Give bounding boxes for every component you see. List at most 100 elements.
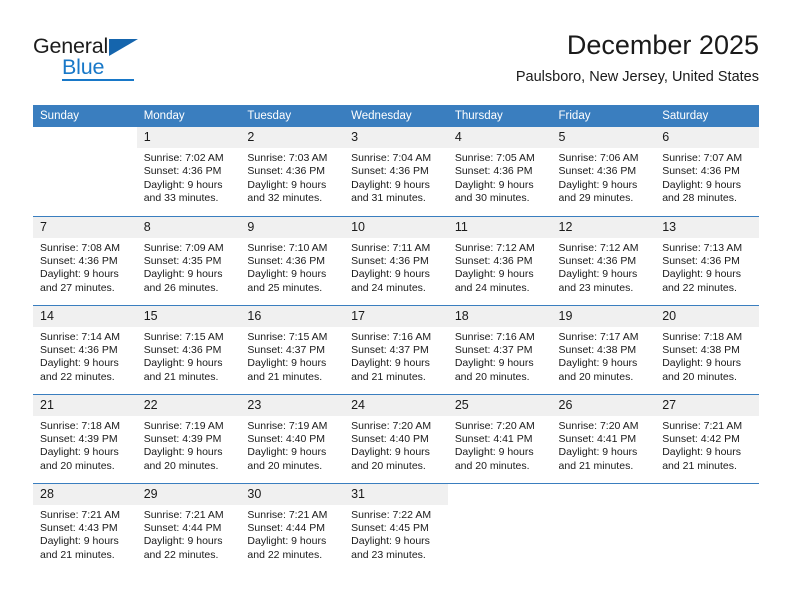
- day-cell[interactable]: 4 Sunrise: 7:05 AM Sunset: 4:36 PM Dayli…: [447, 127, 552, 216]
- day-number: 22: [136, 394, 241, 416]
- day-info: Sunrise: 7:16 AM Sunset: 4:37 PM Dayligh…: [344, 327, 448, 385]
- daylight-text-line1: Daylight: 9 hours: [558, 357, 638, 370]
- day-number: [655, 484, 759, 505]
- day-cell[interactable]: 18 Sunrise: 7:16 AM Sunset: 4:37 PM Dayl…: [447, 304, 552, 394]
- day-info: Sunrise: 7:07 AM Sunset: 4:36 PM Dayligh…: [655, 148, 759, 206]
- day-info: Sunrise: 7:14 AM Sunset: 4:36 PM Dayligh…: [33, 327, 137, 385]
- day-cell[interactable]: [33, 127, 137, 216]
- daylight-text-line1: Daylight: 9 hours: [143, 357, 223, 370]
- calendar-body: 1 Sunrise: 7:02 AM Sunset: 4:36 PM Dayli…: [33, 127, 759, 572]
- day-number: 7: [33, 216, 137, 238]
- sunrise-text: Sunrise: 7:21 AM: [143, 508, 224, 521]
- sunset-text: Sunset: 4:35 PM: [143, 254, 222, 267]
- logo-underline: [62, 79, 134, 81]
- sunset-text: Sunset: 4:36 PM: [247, 254, 326, 267]
- sunrise-text: Sunrise: 7:17 AM: [558, 330, 639, 343]
- day-cell[interactable]: 23 Sunrise: 7:19 AM Sunset: 4:40 PM Dayl…: [240, 393, 345, 483]
- title-block: December 2025 Paulsboro, New Jersey, Uni…: [516, 28, 759, 88]
- daylight-text-line1: Daylight: 9 hours: [247, 268, 327, 281]
- day-number: 23: [240, 394, 345, 416]
- weekday-header-friday: Friday: [551, 105, 656, 127]
- day-cell[interactable]: 6 Sunrise: 7:07 AM Sunset: 4:36 PM Dayli…: [655, 127, 759, 216]
- weekday-header-tuesday: Tuesday: [240, 105, 345, 127]
- sunset-text: Sunset: 4:45 PM: [351, 521, 429, 534]
- calendar-week-row: 21 Sunrise: 7:18 AM Sunset: 4:39 PM Dayl…: [33, 393, 759, 483]
- weekday-header-wednesday: Wednesday: [344, 105, 448, 127]
- calendar-week-row: 1 Sunrise: 7:02 AM Sunset: 4:36 PM Dayli…: [33, 127, 759, 216]
- sunset-text: Sunset: 4:43 PM: [40, 521, 118, 534]
- day-info: Sunrise: 7:17 AM Sunset: 4:38 PM Dayligh…: [552, 327, 656, 385]
- daylight-text-line2: and 20 minutes.: [558, 370, 634, 383]
- day-cell[interactable]: 9 Sunrise: 7:10 AM Sunset: 4:36 PM Dayli…: [240, 215, 345, 305]
- day-cell[interactable]: 5 Sunrise: 7:06 AM Sunset: 4:36 PM Dayli…: [551, 127, 656, 216]
- sunrise-text: Sunrise: 7:20 AM: [454, 419, 535, 432]
- day-info: Sunrise: 7:05 AM Sunset: 4:36 PM Dayligh…: [448, 148, 552, 206]
- day-cell[interactable]: 15 Sunrise: 7:15 AM Sunset: 4:36 PM Dayl…: [136, 304, 241, 394]
- daylight-text-line1: Daylight: 9 hours: [454, 268, 534, 281]
- daylight-text-line1: Daylight: 9 hours: [40, 357, 119, 370]
- day-cell[interactable]: 7 Sunrise: 7:08 AM Sunset: 4:36 PM Dayli…: [33, 215, 137, 305]
- day-number: 5: [551, 127, 656, 148]
- daylight-text-line2: and 20 minutes.: [351, 459, 426, 472]
- sunset-text: Sunset: 4:40 PM: [247, 432, 326, 445]
- day-cell[interactable]: 25 Sunrise: 7:20 AM Sunset: 4:41 PM Dayl…: [447, 393, 552, 483]
- day-number: 14: [33, 305, 137, 327]
- sunrise-text: Sunrise: 7:11 AM: [351, 241, 431, 254]
- day-number: 19: [551, 305, 656, 327]
- day-cell[interactable]: 16 Sunrise: 7:15 AM Sunset: 4:37 PM Dayl…: [240, 304, 345, 394]
- day-number: 9: [240, 216, 345, 238]
- sunset-text: Sunset: 4:36 PM: [558, 254, 637, 267]
- daylight-text-line1: Daylight: 9 hours: [454, 446, 534, 459]
- sunrise-text: Sunrise: 7:08 AM: [40, 241, 120, 254]
- sunset-text: Sunset: 4:41 PM: [454, 432, 533, 445]
- day-cell[interactable]: 31 Sunrise: 7:22 AM Sunset: 4:45 PM Dayl…: [344, 482, 448, 572]
- daylight-text-line1: Daylight: 9 hours: [558, 178, 638, 191]
- day-cell[interactable]: 20 Sunrise: 7:18 AM Sunset: 4:38 PM Dayl…: [655, 304, 759, 394]
- day-cell[interactable]: 8 Sunrise: 7:09 AM Sunset: 4:35 PM Dayli…: [136, 215, 241, 305]
- daylight-text-line2: and 20 minutes.: [454, 459, 530, 472]
- day-info: Sunrise: 7:19 AM Sunset: 4:39 PM Dayligh…: [137, 416, 241, 474]
- sunrise-text: Sunrise: 7:06 AM: [558, 152, 639, 164]
- sunset-text: Sunset: 4:36 PM: [40, 254, 118, 267]
- day-cell[interactable]: 10 Sunrise: 7:11 AM Sunset: 4:36 PM Dayl…: [344, 215, 448, 305]
- day-cell[interactable]: [447, 482, 552, 572]
- day-cell[interactable]: [551, 482, 656, 572]
- daylight-text-line2: and 22 minutes.: [143, 548, 219, 561]
- day-cell[interactable]: 19 Sunrise: 7:17 AM Sunset: 4:38 PM Dayl…: [551, 304, 656, 394]
- weekday-header-thursday: Thursday: [447, 105, 552, 127]
- day-info: Sunrise: 7:08 AM Sunset: 4:36 PM Dayligh…: [33, 238, 137, 296]
- day-number: 2: [240, 127, 345, 148]
- day-cell[interactable]: 12 Sunrise: 7:12 AM Sunset: 4:36 PM Dayl…: [551, 215, 656, 305]
- day-cell[interactable]: 13 Sunrise: 7:13 AM Sunset: 4:36 PM Dayl…: [655, 215, 759, 305]
- sunset-text: Sunset: 4:36 PM: [454, 165, 533, 178]
- day-cell[interactable]: 21 Sunrise: 7:18 AM Sunset: 4:39 PM Dayl…: [33, 393, 137, 483]
- daylight-text-line2: and 21 minutes.: [143, 370, 219, 383]
- day-info: [33, 148, 137, 152]
- day-cell[interactable]: 24 Sunrise: 7:20 AM Sunset: 4:40 PM Dayl…: [344, 393, 448, 483]
- day-cell[interactable]: 26 Sunrise: 7:20 AM Sunset: 4:41 PM Dayl…: [551, 393, 656, 483]
- day-cell[interactable]: 11 Sunrise: 7:12 AM Sunset: 4:36 PM Dayl…: [447, 215, 552, 305]
- day-cell[interactable]: 14 Sunrise: 7:14 AM Sunset: 4:36 PM Dayl…: [33, 304, 137, 394]
- day-info: Sunrise: 7:02 AM Sunset: 4:36 PM Dayligh…: [137, 148, 241, 206]
- day-number: 24: [344, 394, 448, 416]
- day-cell[interactable]: 28 Sunrise: 7:21 AM Sunset: 4:43 PM Dayl…: [33, 482, 137, 572]
- day-cell[interactable]: 30 Sunrise: 7:21 AM Sunset: 4:44 PM Dayl…: [240, 482, 345, 572]
- sunrise-text: Sunrise: 7:12 AM: [558, 241, 639, 254]
- sunrise-text: Sunrise: 7:04 AM: [351, 152, 432, 164]
- day-info: Sunrise: 7:10 AM Sunset: 4:36 PM Dayligh…: [240, 238, 344, 296]
- day-number: [448, 484, 552, 505]
- day-cell[interactable]: 27 Sunrise: 7:21 AM Sunset: 4:42 PM Dayl…: [655, 393, 759, 483]
- day-cell[interactable]: 1 Sunrise: 7:02 AM Sunset: 4:36 PM Dayli…: [136, 127, 241, 216]
- general-blue-logo[interactable]: General Blue: [33, 34, 163, 84]
- daylight-text-line2: and 33 minutes.: [143, 192, 219, 205]
- daylight-text-line1: Daylight: 9 hours: [247, 446, 327, 459]
- day-number: 13: [655, 216, 759, 238]
- day-cell[interactable]: 22 Sunrise: 7:19 AM Sunset: 4:39 PM Dayl…: [136, 393, 241, 483]
- day-cell[interactable]: 2 Sunrise: 7:03 AM Sunset: 4:36 PM Dayli…: [240, 127, 345, 216]
- day-cell[interactable]: 3 Sunrise: 7:04 AM Sunset: 4:36 PM Dayli…: [344, 127, 448, 216]
- day-info: Sunrise: 7:03 AM Sunset: 4:36 PM Dayligh…: [240, 148, 344, 206]
- day-cell[interactable]: [655, 482, 759, 572]
- day-cell[interactable]: 29 Sunrise: 7:21 AM Sunset: 4:44 PM Dayl…: [136, 482, 241, 572]
- logo-text-blue: Blue: [62, 55, 105, 79]
- day-cell[interactable]: 17 Sunrise: 7:16 AM Sunset: 4:37 PM Dayl…: [344, 304, 448, 394]
